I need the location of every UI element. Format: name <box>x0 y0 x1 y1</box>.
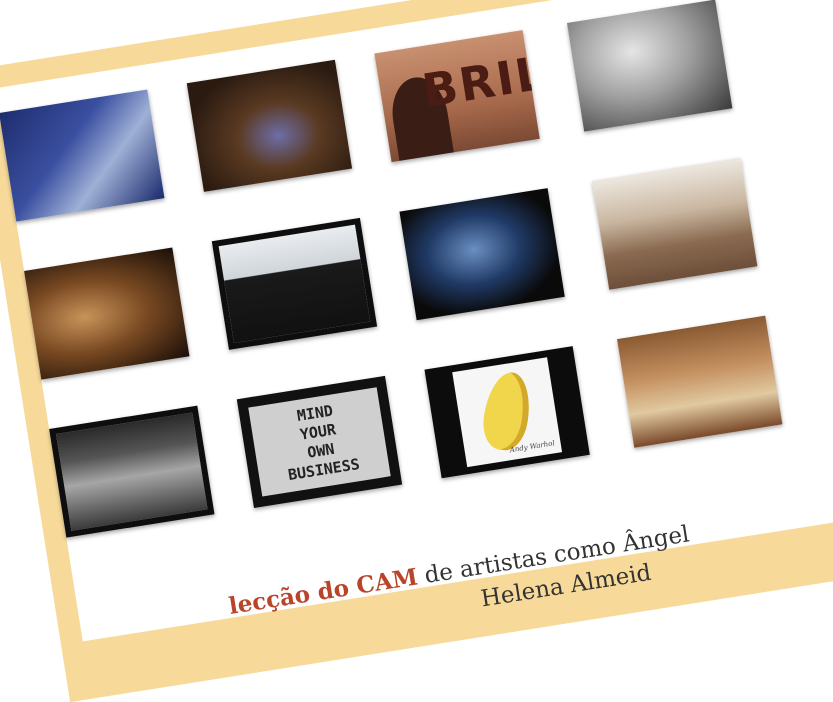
bril-graffiti: BRIL <box>418 45 540 119</box>
video-still-3: BRIL <box>374 30 540 163</box>
thumbnail-grid: BRIL MIND YOUR OWN BUSINESS Andy Warhol … <box>0 0 833 642</box>
video-still-7 <box>399 188 565 321</box>
video-still-2 <box>186 59 353 192</box>
video-still-8 <box>592 157 758 290</box>
banana-icon <box>479 369 535 454</box>
poster-frame: BRIL MIND YOUR OWN BUSINESS Andy Warhol … <box>0 0 833 702</box>
video-still-9 <box>49 405 215 538</box>
video-still-6 <box>211 217 378 350</box>
banana-artwork: Andy Warhol <box>452 357 563 468</box>
video-still-5 <box>24 247 190 380</box>
video-still-12 <box>617 315 783 448</box>
video-still-10: MIND YOUR OWN BUSINESS <box>236 375 403 508</box>
video-still-1 <box>0 89 165 222</box>
video-still-11: Andy Warhol <box>424 346 590 479</box>
video-still-4 <box>567 0 733 132</box>
mind-your-own-business-sign: MIND YOUR OWN BUSINESS <box>286 401 361 485</box>
caption-bold: lecção do CAM <box>227 563 420 620</box>
